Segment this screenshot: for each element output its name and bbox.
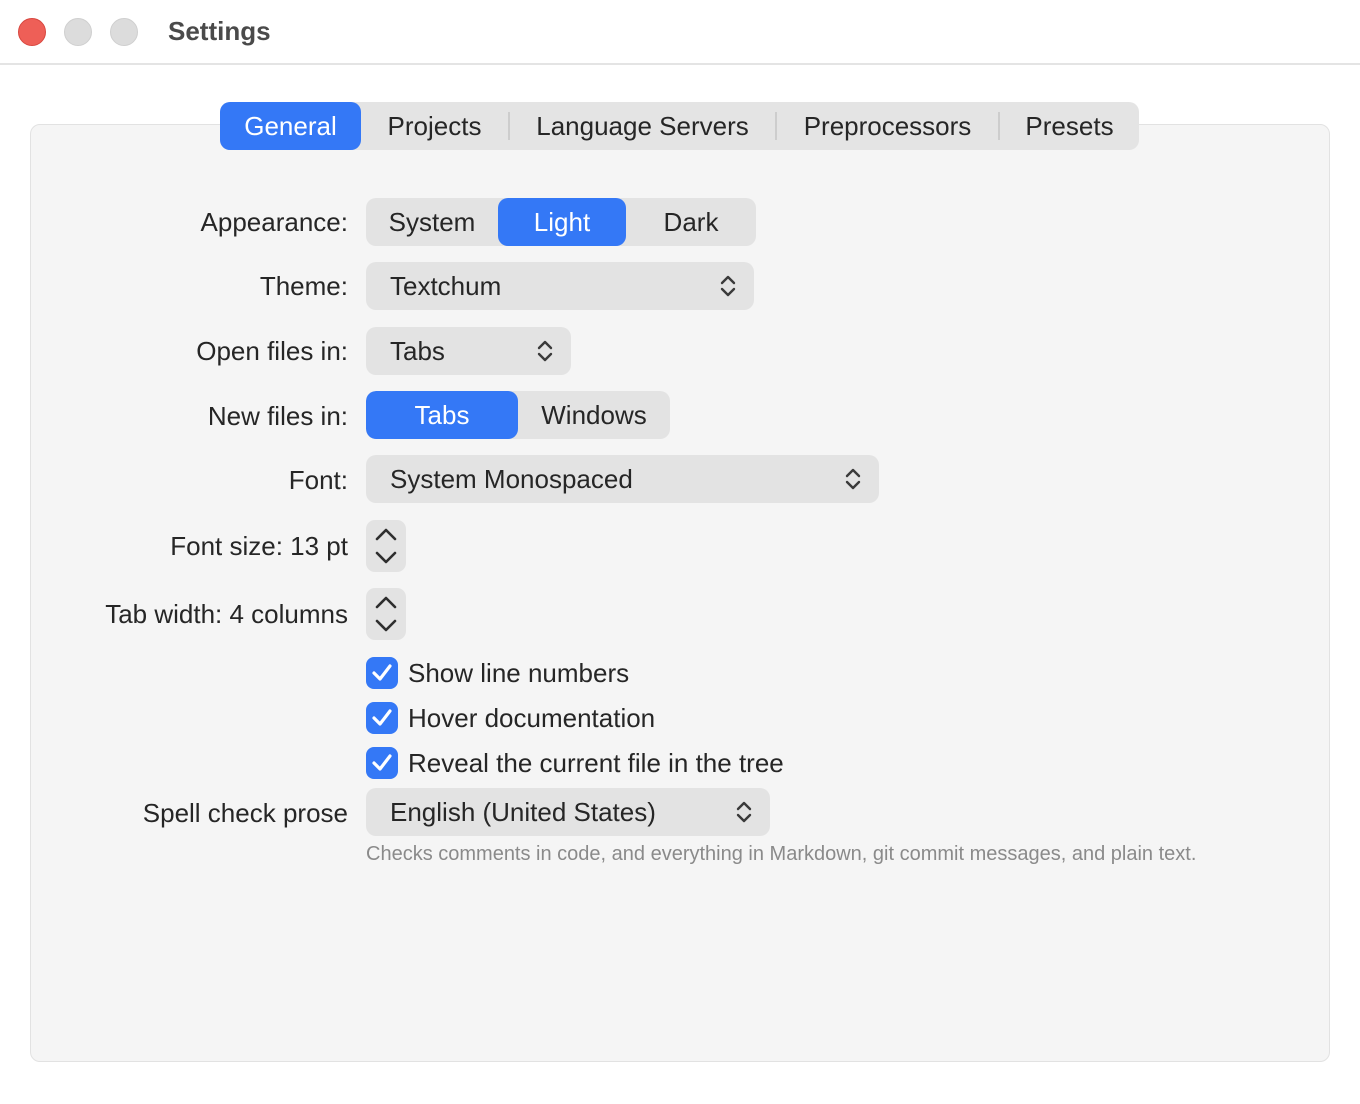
tab-presets[interactable]: Presets [1000,102,1139,150]
chevron-up-icon[interactable] [374,594,398,610]
open-files-popup[interactable]: Tabs [366,327,571,375]
reveal-current-file-checkbox[interactable] [366,747,398,779]
open-files-label: Open files in: [196,336,348,366]
appearance-option-system[interactable]: System [366,198,498,246]
chevron-up-icon[interactable] [374,526,398,542]
show-line-numbers-label[interactable]: Show line numbers [408,658,629,689]
tab-width-stepper[interactable] [366,588,406,640]
new-files-label: New files in: [207,401,348,431]
chevron-up-down-icon [720,275,736,297]
show-line-numbers-checkbox[interactable] [366,657,398,689]
theme-label: Theme: [259,271,348,301]
hover-documentation-checkbox[interactable] [366,702,398,734]
chevron-up-down-icon [845,468,861,490]
window-title: Settings [168,16,271,46]
tab-width-label: Tab width: 4 columns [105,599,348,629]
appearance-segmented-control: System Light Dark [366,198,756,246]
chevron-up-down-icon [537,340,553,362]
hover-documentation-label[interactable]: Hover documentation [408,703,655,734]
chevron-down-icon[interactable] [374,550,398,566]
font-popup[interactable]: System Monospaced [366,455,879,503]
new-files-option-tabs[interactable]: Tabs [366,391,518,439]
minimize-window-button[interactable] [64,18,92,46]
close-window-button[interactable] [18,18,46,46]
checkmark-icon [372,664,392,681]
spell-check-popup[interactable]: English (United States) [366,788,770,836]
theme-popup[interactable]: Textchum [366,262,754,310]
tab-general[interactable]: General [220,102,361,150]
chevron-up-down-icon [736,801,752,823]
open-files-value: Tabs [390,335,445,366]
theme-value: Textchum [390,270,502,301]
checkmark-icon [372,754,392,771]
spell-check-hint: Checks comments in code, and everything … [366,843,1197,865]
zoom-window-button[interactable] [110,18,138,46]
new-files-option-windows[interactable]: Windows [518,391,670,439]
new-files-segmented-control: Tabs Windows [366,391,670,439]
title-bar: Settings [0,0,1360,65]
tab-language-servers[interactable]: Language Servers [510,102,775,150]
reveal-current-file-label[interactable]: Reveal the current file in the tree [408,748,784,779]
appearance-label: Appearance: [200,207,348,237]
font-size-label: Font size: 13 pt [170,531,348,561]
appearance-option-light[interactable]: Light [498,198,626,246]
spell-check-value: English (United States) [390,796,656,827]
tab-preprocessors[interactable]: Preprocessors [777,102,998,150]
spell-check-label: Spell check prose [142,798,348,828]
font-value: System Monospaced [390,463,633,494]
tab-bar: General Projects Language Servers Prepro… [220,102,1139,150]
tab-projects[interactable]: Projects [361,102,508,150]
chevron-down-icon[interactable] [374,618,398,634]
checkmark-icon [372,709,392,726]
font-label: Font: [288,465,348,495]
font-size-stepper[interactable] [366,520,406,572]
appearance-option-dark[interactable]: Dark [626,198,756,246]
